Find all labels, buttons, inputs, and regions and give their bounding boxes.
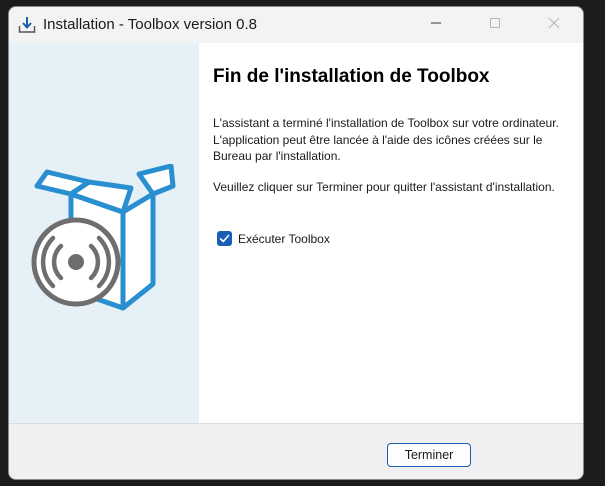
wizard-content: Fin de l'installation de Toolbox L'assis… xyxy=(199,43,583,423)
run-toolbox-checkbox[interactable] xyxy=(217,231,232,246)
minimize-button[interactable] xyxy=(407,7,465,43)
disc-icon xyxy=(31,217,121,307)
wizard-sidebar xyxy=(9,43,199,423)
maximize-button[interactable] xyxy=(466,7,524,43)
close-icon xyxy=(548,16,560,34)
close-button[interactable] xyxy=(525,7,583,43)
maximize-icon xyxy=(489,16,501,34)
wizard-footer: Terminer xyxy=(9,423,583,479)
download-installer-icon xyxy=(18,16,36,34)
checkmark-icon xyxy=(219,234,230,243)
finish-button[interactable]: Terminer xyxy=(387,443,471,467)
completion-message: L'assistant a terminé l'installation de … xyxy=(213,116,559,163)
minimize-icon xyxy=(430,16,442,34)
page-title: Fin de l'installation de Toolbox xyxy=(213,66,490,87)
run-toolbox-option[interactable]: Exécuter Toolbox xyxy=(217,231,330,246)
software-box-with-disc-illustration xyxy=(31,164,176,311)
run-toolbox-label[interactable]: Exécuter Toolbox xyxy=(238,232,330,246)
title-bar[interactable]: Installation - Toolbox version 0.8 xyxy=(9,7,583,43)
window-title: Installation - Toolbox version 0.8 xyxy=(43,16,258,33)
instruction-message: Veuillez cliquer sur Terminer pour quitt… xyxy=(213,180,555,194)
installer-window: Installation - Toolbox version 0.8 Fin d… xyxy=(8,6,584,480)
